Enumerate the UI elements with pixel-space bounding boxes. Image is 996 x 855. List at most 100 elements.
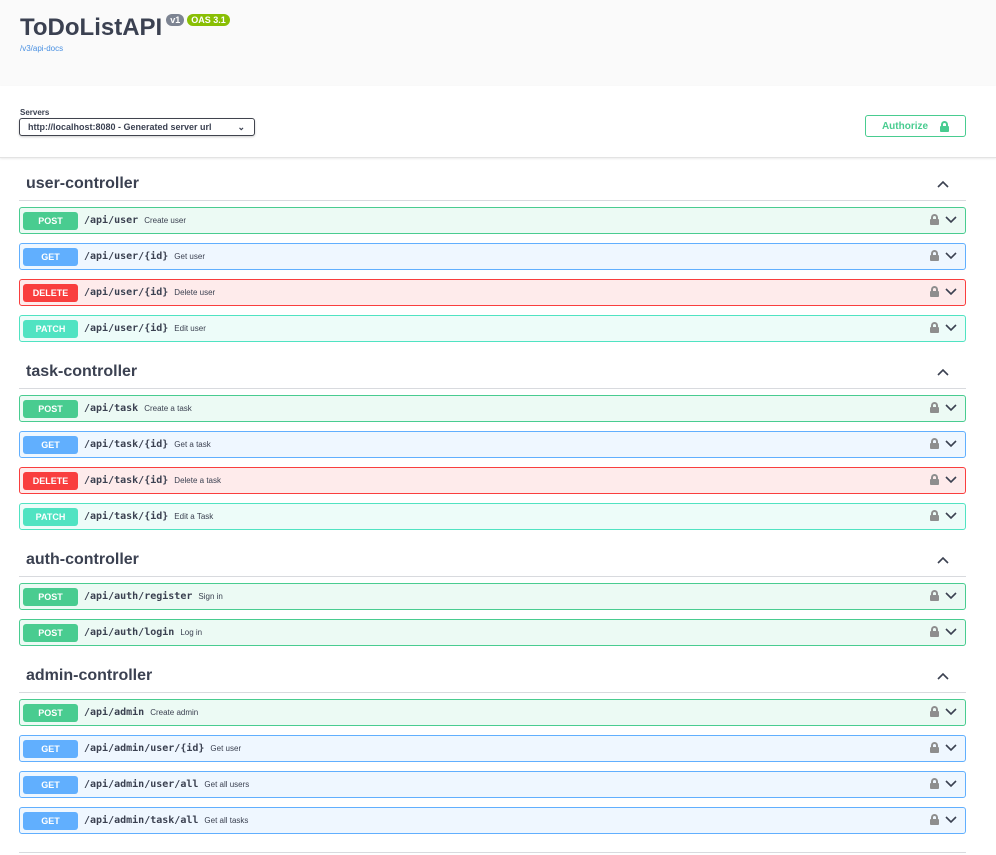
- method-badge: GET: [23, 811, 78, 830]
- chevron-down-icon[interactable]: [945, 815, 957, 824]
- endpoint-path: /api/task/{id}: [84, 475, 169, 486]
- info-header: ToDoListAPI v1 OAS 3.1 /v3/api-docs: [0, 0, 996, 86]
- endpoint-path: /api/admin/user/{id}: [84, 743, 205, 754]
- opblock-patch[interactable]: PATCH/api/user/{id} Edit user: [19, 315, 966, 342]
- opblock-icons: [930, 814, 957, 825]
- tag-section-0: user-controller POST/api/user Create user G…: [19, 168, 966, 342]
- chevron-up-icon[interactable]: [936, 365, 950, 379]
- chevron-up-icon[interactable]: [936, 177, 950, 191]
- lock-icon[interactable]: [930, 626, 939, 637]
- servers-select[interactable]: http://localhost:8080 - Generated server…: [19, 118, 255, 136]
- method-badge: DELETE: [23, 471, 78, 490]
- oas-badge: OAS 3.1: [187, 14, 230, 26]
- chevron-down-icon[interactable]: [945, 403, 957, 412]
- tag-header[interactable]: task-controller: [19, 356, 966, 389]
- scheme-container: Servers http://localhost:8080 - Generate…: [0, 86, 996, 158]
- method-badge: POST: [23, 703, 78, 722]
- tag-header[interactable]: user-controller: [19, 168, 966, 201]
- chevron-down-icon[interactable]: [945, 287, 957, 296]
- tag-header[interactable]: admin-controller: [19, 660, 966, 693]
- chevron-down-icon[interactable]: [945, 439, 957, 448]
- tag-name: auth-controller: [26, 551, 139, 568]
- opblock-post[interactable]: POST/api/auth/register Sign in: [19, 583, 966, 610]
- opblock-get[interactable]: GET/api/admin/user/all Get all users: [19, 771, 966, 798]
- chevron-down-icon[interactable]: [945, 323, 957, 332]
- method-badge: POST: [23, 623, 78, 642]
- opblock-delete[interactable]: DELETE/api/user/{id} Delete user: [19, 279, 966, 306]
- chevron-up-icon[interactable]: [936, 669, 950, 683]
- method-badge: POST: [23, 399, 78, 418]
- method-badge: GET: [23, 775, 78, 794]
- api-title: ToDoListAPI: [20, 14, 163, 41]
- opblock-post[interactable]: POST/api/auth/login Log in: [19, 619, 966, 646]
- lock-icon[interactable]: [930, 814, 939, 825]
- opblock-get[interactable]: GET/api/user/{id} Get user: [19, 243, 966, 270]
- opblock-get[interactable]: GET/api/admin/task/all Get all tasks: [19, 807, 966, 834]
- opblock-icons: [930, 510, 957, 521]
- opblock-get[interactable]: GET/api/task/{id} Get a task: [19, 431, 966, 458]
- operations-list: POST/api/admin Create admin GET/api/admin/…: [19, 693, 966, 834]
- lock-icon[interactable]: [930, 322, 939, 333]
- chevron-down-icon[interactable]: [945, 707, 957, 716]
- lock-icon[interactable]: [930, 778, 939, 789]
- chevron-down-icon[interactable]: [945, 475, 957, 484]
- method-badge: GET: [23, 435, 78, 454]
- opblock-icons: [930, 286, 957, 297]
- endpoint-summary: Get all users: [204, 780, 250, 789]
- opblock-get[interactable]: GET/api/admin/user/{id} Get user: [19, 735, 966, 762]
- operations-list: POST/api/auth/register Sign in POST/api/au…: [19, 577, 966, 646]
- chevron-down-icon[interactable]: [945, 743, 957, 752]
- endpoint-summary: Get user: [210, 744, 242, 753]
- lock-icon[interactable]: [930, 438, 939, 449]
- servers-selected-value: http://localhost:8080 - Generated server…: [28, 122, 212, 132]
- chevron-down-icon: ⌄: [237, 122, 245, 132]
- opblock-post[interactable]: POST/api/user Create user: [19, 207, 966, 234]
- chevron-up-icon[interactable]: [936, 553, 950, 567]
- chevron-down-icon[interactable]: [945, 779, 957, 788]
- method-badge: POST: [23, 211, 78, 230]
- opblock-icons: [930, 402, 957, 413]
- endpoint-path: /api/user: [84, 215, 139, 226]
- chevron-down-icon[interactable]: [945, 591, 957, 600]
- chevron-down-icon[interactable]: [945, 251, 957, 260]
- endpoint-summary: Delete user: [174, 288, 216, 297]
- endpoint-path: /api/task: [84, 403, 139, 414]
- opblock-post[interactable]: POST/api/task Create a task: [19, 395, 966, 422]
- lock-icon[interactable]: [930, 286, 939, 297]
- lock-icon[interactable]: [930, 590, 939, 601]
- opblock-icons: [930, 474, 957, 485]
- endpoint-summary: Get a task: [174, 440, 211, 449]
- opblock-delete[interactable]: DELETE/api/task/{id} Delete a task: [19, 467, 966, 494]
- lock-icon[interactable]: [930, 250, 939, 261]
- method-badge: POST: [23, 587, 78, 606]
- opblock-icons: [930, 250, 957, 261]
- method-badge: GET: [23, 247, 78, 266]
- lock-icon[interactable]: [930, 402, 939, 413]
- endpoint-summary: Delete a task: [174, 476, 221, 485]
- method-badge: DELETE: [23, 283, 78, 302]
- tag-section-2: auth-controller POST/api/auth/register Sig…: [19, 544, 966, 646]
- lock-icon[interactable]: [930, 474, 939, 485]
- lock-icon[interactable]: [930, 706, 939, 717]
- opblock-patch[interactable]: PATCH/api/task/{id} Edit a Task: [19, 503, 966, 530]
- title-row: ToDoListAPI v1 OAS 3.1: [20, 12, 976, 43]
- endpoint-path: /api/user/{id}: [84, 287, 169, 298]
- api-docs-link[interactable]: /v3/api-docs: [20, 44, 976, 53]
- endpoint-path: /api/user/{id}: [84, 323, 169, 334]
- lock-icon[interactable]: [930, 510, 939, 521]
- lock-icon[interactable]: [930, 742, 939, 753]
- opblock-icons: [930, 626, 957, 637]
- opblock-post[interactable]: POST/api/admin Create admin: [19, 699, 966, 726]
- tag-name: admin-controller: [26, 667, 153, 684]
- endpoint-path: /api/task/{id}: [84, 439, 169, 450]
- lock-icon[interactable]: [930, 214, 939, 225]
- tag-header[interactable]: auth-controller: [19, 544, 966, 577]
- endpoint-path: /api/admin: [84, 707, 145, 718]
- version-badge: v1: [166, 14, 185, 26]
- chevron-down-icon[interactable]: [945, 511, 957, 520]
- chevron-down-icon[interactable]: [945, 627, 957, 636]
- opblock-icons: [930, 778, 957, 789]
- chevron-down-icon[interactable]: [945, 215, 957, 224]
- authorize-button[interactable]: Authorize: [865, 115, 966, 137]
- endpoint-summary: Create user: [144, 216, 186, 225]
